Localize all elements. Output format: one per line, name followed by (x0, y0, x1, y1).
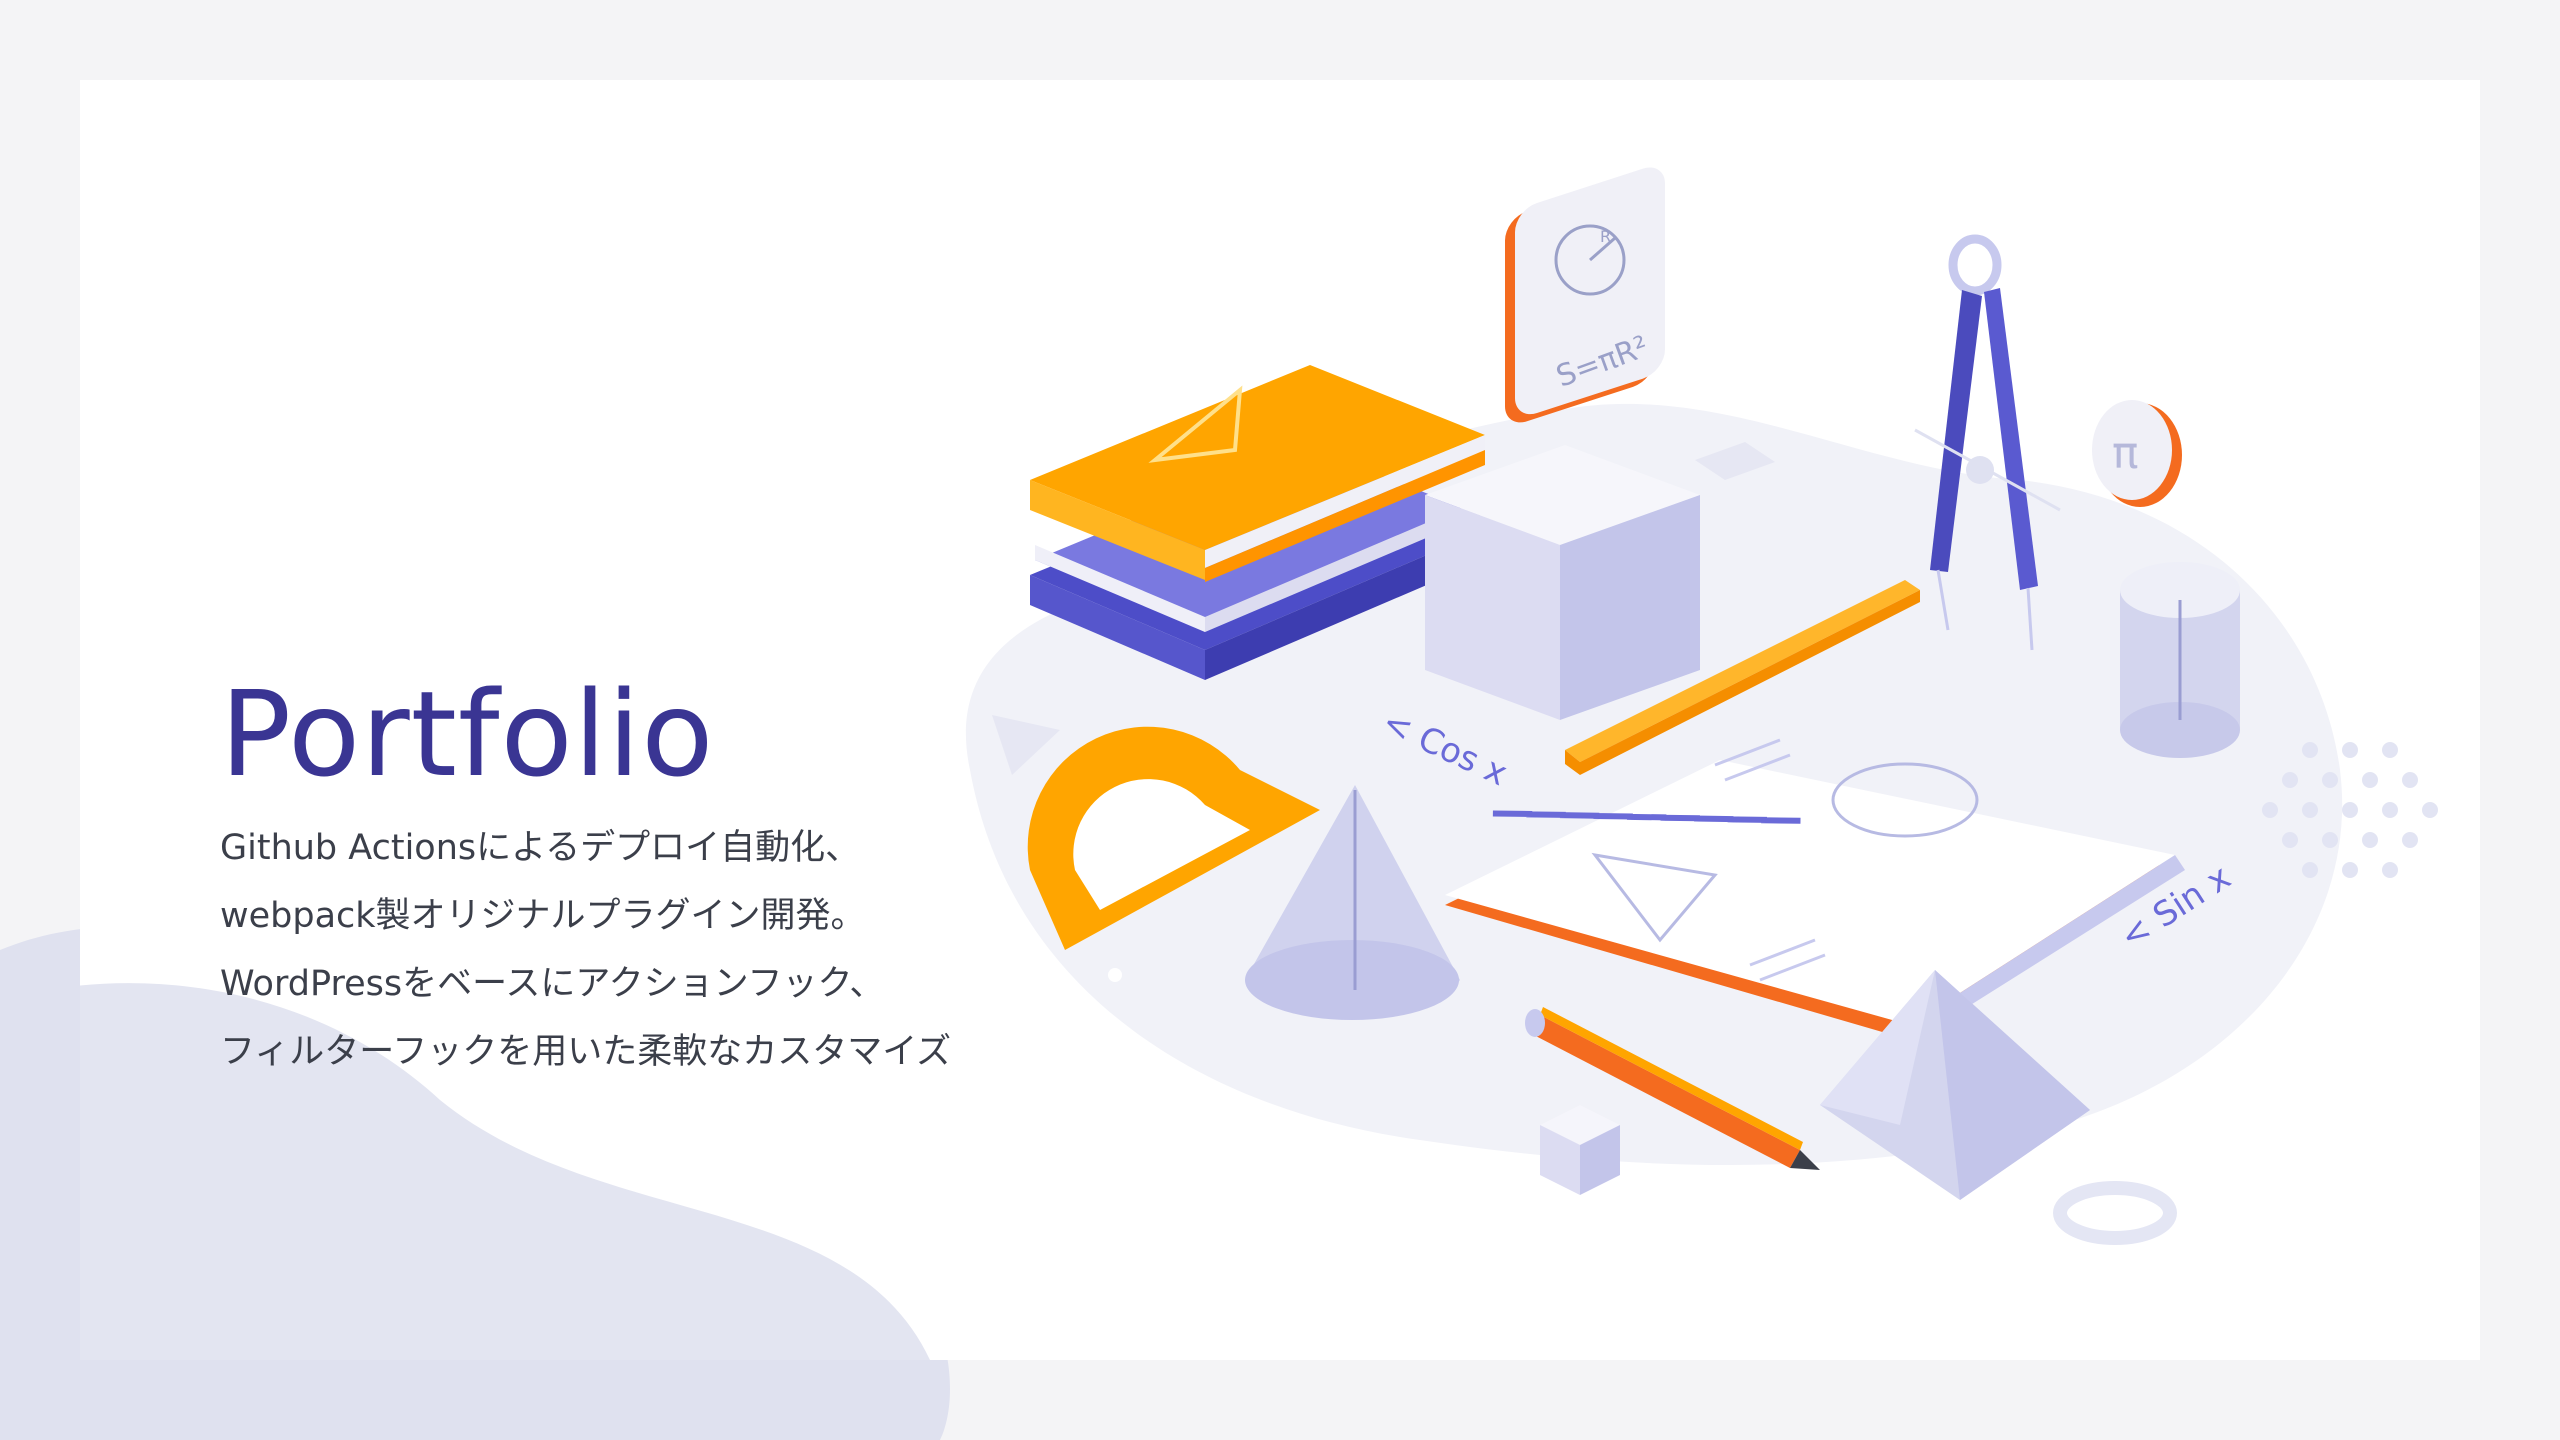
pi-coin-icon: π (2092, 400, 2182, 507)
formula-card-icon: R S=πR² (1505, 167, 1665, 423)
cube-icon (1425, 445, 1700, 720)
portfolio-hero-page: Portfolio Github Actionsによるデプロイ自動化、 webp… (0, 0, 2560, 1440)
formula-r-label: R (1600, 227, 1611, 246)
cylinder-icon (2120, 562, 2240, 758)
coin-symbol: π (2112, 428, 2139, 479)
math-illustration: R S=πR² π < Cos x < Sin x (933, 167, 2438, 1245)
ring-icon (2053, 1181, 2177, 1245)
